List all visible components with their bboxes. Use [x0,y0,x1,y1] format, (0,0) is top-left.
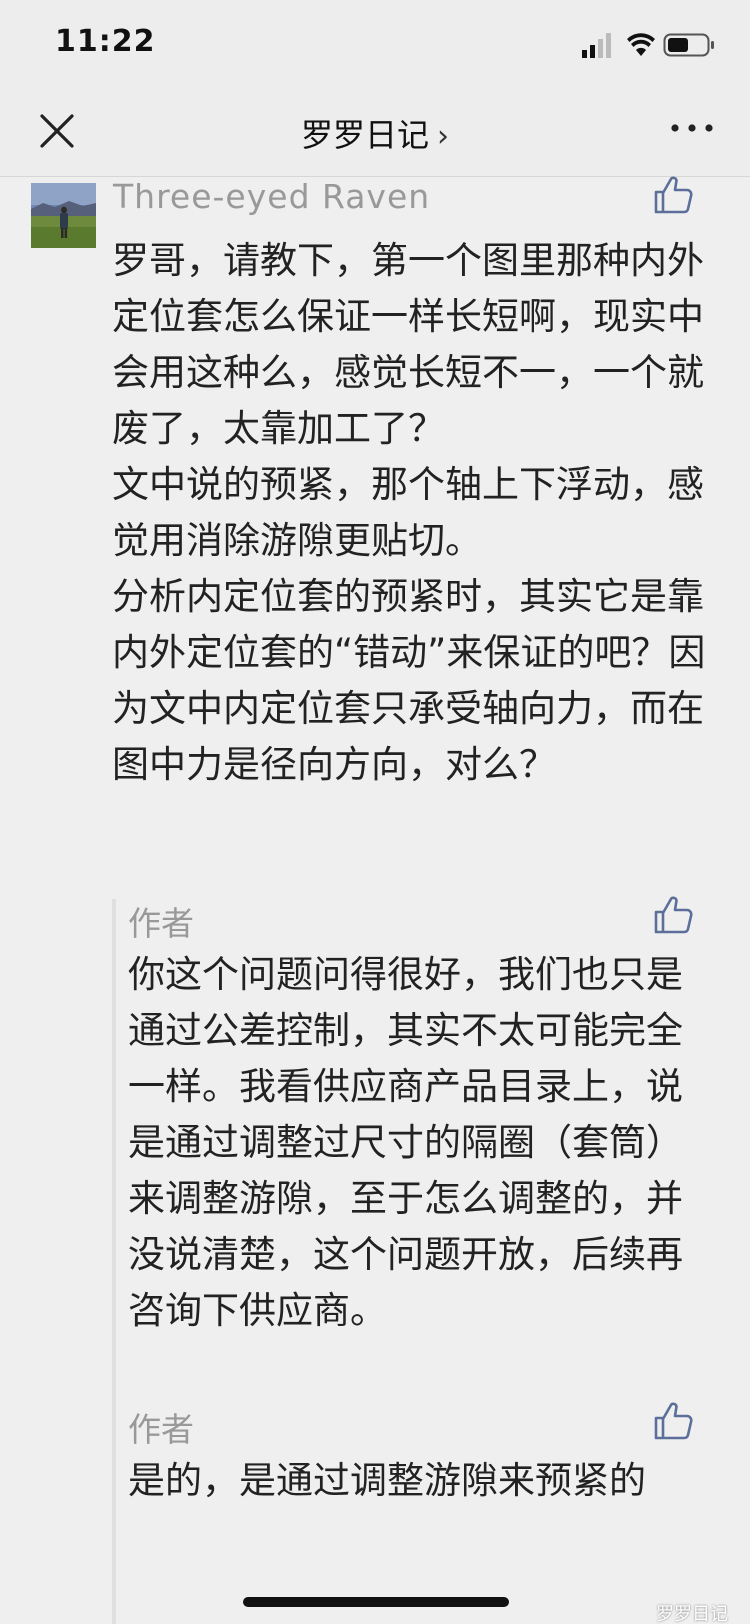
comment-author: Three-eyed Raven [113,177,431,216]
account-title-link[interactable]: 罗罗日记 › [0,110,750,156]
like-icon[interactable] [653,175,693,215]
reply-body: 你这个问题问得很好，我们也只是通过公差控制，其实不太可能完全一样。我看供应商产品… [128,953,683,1332]
avatar[interactable] [31,183,96,248]
comment-body: 罗哥，请教下，第一个图里那种内外定位套怎么保证一样长短啊，现实中会用这种么，感觉… [112,239,706,786]
chevron-right-icon: › [437,119,449,154]
like-icon[interactable] [653,895,693,935]
more-icon[interactable] [670,118,714,138]
comment-page: 11:22 罗罗日记 › Three-eyed Raven 罗哥，请教下，第一个… [0,0,750,1624]
reply-divider [112,899,116,1374]
like-icon[interactable] [653,1401,693,1441]
wifi-icon [627,33,655,56]
status-bar: 11:22 [0,0,750,90]
reply-divider [112,1374,116,1624]
battery-icon [663,33,714,57]
watermark: 罗罗日记 [656,1604,728,1624]
comment-thread: Three-eyed Raven 罗哥，请教下，第一个图里那种内外定位套怎么保证… [0,175,750,1624]
home-indicator[interactable] [243,1597,509,1607]
status-icons [582,33,714,58]
account-title: 罗罗日记 [300,116,429,154]
nav-bar: 罗罗日记 › [0,90,750,177]
status-time: 11:22 [55,24,156,59]
reply-author: 作者 [128,904,194,943]
signal-icon [582,33,611,58]
reply-body: 是的，是通过调整游隙来预紧的 [128,1459,646,1502]
reply-author: 作者 [128,1410,194,1449]
